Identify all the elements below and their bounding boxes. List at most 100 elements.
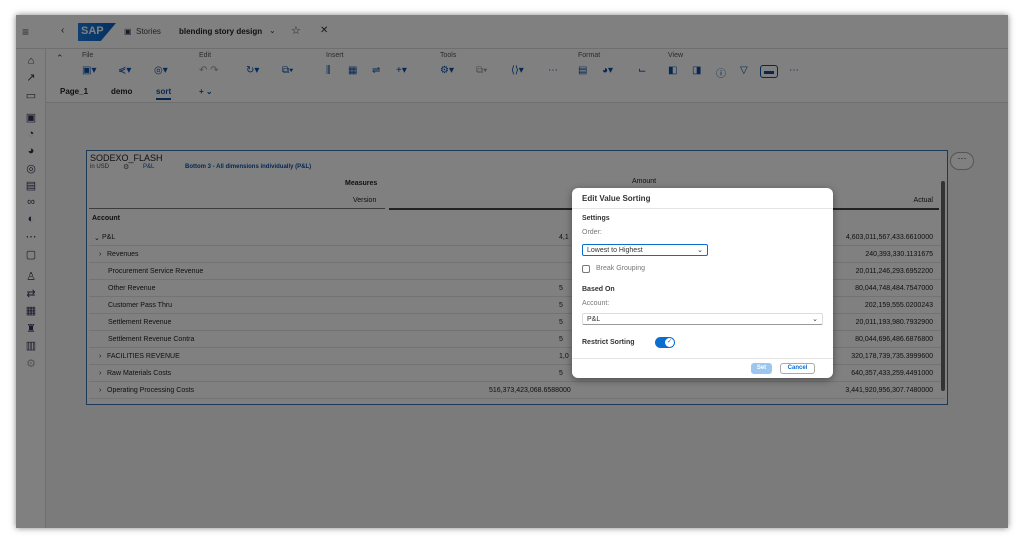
back-icon[interactable]: ‹ — [61, 25, 64, 36]
more-icon[interactable]: ⋯ — [22, 230, 40, 244]
theme-icon[interactable]: ◕▾ — [602, 65, 613, 76]
settings-heading: Settings — [582, 215, 610, 222]
chevron-right-icon[interactable]: › — [99, 370, 101, 377]
more-tools-icon[interactable]: ⋯ — [548, 65, 558, 76]
save-icon[interactable]: ▣▾ — [82, 65, 96, 76]
row-label: Other Revenue — [108, 285, 156, 292]
toggle-view-icon[interactable]: ▬ — [760, 65, 778, 78]
linked-icon[interactable]: ⧉▾ — [476, 65, 487, 76]
trend-icon[interactable]: ↗ — [22, 71, 40, 85]
left-panel-icon[interactable]: ◧ — [668, 65, 677, 76]
menu-icon[interactable]: ≡ — [22, 25, 29, 39]
restrict-sorting-toggle[interactable]: ✓ — [655, 337, 675, 348]
actual-cell: 240,393,330.1131675 — [865, 251, 933, 258]
models-icon[interactable]: ◔ — [22, 128, 40, 142]
security-icon[interactable]: ♜ — [22, 322, 40, 336]
left-navigation: ⌂ ↗ ▭ ▣ ◔ ◕ ◎ ▤ ∞ ◐ ⋯ ▢ ♙ ⇄ ▦ ♜ ▥ ⚙ — [16, 49, 46, 528]
compass-icon[interactable]: ◐ — [22, 213, 40, 227]
code-icon[interactable]: ⟨⟩▾ — [511, 65, 524, 76]
account-value: P&L — [587, 316, 601, 323]
undo-icon[interactable]: ↶ ↷ — [199, 65, 219, 76]
break-grouping-checkbox[interactable] — [582, 265, 590, 273]
row-label: Customer Pass Thru — [108, 302, 173, 309]
document-icon[interactable]: ▤ — [22, 179, 40, 193]
row-label: Revenues — [107, 251, 139, 258]
toolbar: ⌃ File ▣▾ ⋞▾ ◎▾ Edit ↶ ↷ ↻▾ ⧉▾ Insert ⫼ … — [46, 49, 1008, 85]
filter-icon[interactable]: ▽ — [740, 65, 748, 76]
chevron-right-icon[interactable]: › — [99, 353, 101, 360]
story-title[interactable]: blending story design — [179, 27, 262, 36]
close-icon[interactable]: ✕ — [320, 25, 328, 36]
dimmed-background: ≡ ‹ SAP ▣ Stories blending story design … — [16, 15, 1008, 528]
copy-icon[interactable]: ⧉▾ — [282, 65, 293, 76]
share-icon[interactable]: ⋞▾ — [118, 65, 131, 76]
more-options-button[interactable]: ⋯ — [950, 152, 974, 170]
table-icon[interactable]: ⫼ — [326, 65, 331, 76]
apps-icon[interactable]: ▦ — [22, 304, 40, 318]
datasets-icon[interactable]: ◕ — [22, 145, 40, 159]
order-select[interactable]: Lowest to Highest ⌄ — [582, 244, 708, 256]
chevron-right-icon[interactable]: › — [99, 387, 101, 394]
actual-cell: 640,357,433,259.4491000 — [851, 370, 933, 377]
refresh-icon[interactable]: ↻▾ — [246, 65, 259, 76]
folder-icon[interactable]: ▭ — [22, 89, 40, 103]
cancel-button[interactable]: Cancel — [780, 363, 815, 374]
ranking-token[interactable]: Bottom 3 - All dimensions individually (… — [185, 164, 311, 170]
amount-cell: 5 — [559, 319, 563, 326]
chevron-down-icon[interactable]: ⌄ — [94, 234, 100, 242]
tab-demo[interactable]: demo — [111, 87, 132, 96]
filter-input-icon[interactable]: ⇌ — [372, 65, 380, 76]
binoculars-icon[interactable]: ∞ — [22, 196, 40, 210]
amount-cell: 1,0 — [559, 353, 569, 360]
home-icon[interactable]: ⌂ — [22, 55, 40, 69]
person-icon[interactable]: ♙ — [22, 270, 40, 284]
gear-icon[interactable]: ⚙ — [123, 163, 129, 171]
filter-token[interactable]: P&L — [143, 164, 154, 170]
star-icon[interactable]: ☆ — [291, 24, 301, 37]
check-icon: ✓ — [665, 338, 674, 347]
collapse-icon[interactable]: ⌃ — [56, 53, 64, 64]
globe-icon[interactable]: ◎ — [22, 162, 40, 176]
restrict-sorting-label: Restrict Sorting — [582, 339, 635, 346]
row-label: Settlement Revenue Contra — [108, 336, 195, 343]
actual-cell: 202,159,555.0200243 — [864, 302, 933, 309]
chevron-right-icon[interactable]: › — [99, 251, 101, 258]
more-view-icon[interactable]: ⋯ — [789, 65, 799, 76]
add-page-icon[interactable]: + ⌄ — [199, 87, 213, 96]
row-label: FACILITIES REVENUE — [107, 353, 180, 360]
set-button[interactable]: Set — [751, 363, 772, 374]
settings-icon[interactable]: ⚙ — [22, 357, 40, 371]
transport-icon[interactable]: ⇄ — [22, 287, 40, 301]
actual-cell: 20,011,193,980.7932900 — [855, 319, 933, 326]
actual-cell: 3,441,920,956,307.7480000 — [845, 387, 933, 394]
stories-link[interactable]: Stories — [136, 27, 161, 36]
tab-page-1[interactable]: Page_1 — [60, 87, 88, 96]
tools-icon[interactable]: ⚙▾ — [440, 65, 454, 76]
publish-icon[interactable]: ◎▾ — [154, 65, 168, 76]
chart-icon[interactable]: ▦ — [348, 65, 357, 76]
actual-cell: 80,044,748,484.7547000 — [855, 285, 933, 292]
widget-title: SODEXO_FLASH — [90, 153, 163, 163]
break-grouping-label: Break Grouping — [596, 265, 646, 272]
based-on-heading: Based On — [582, 286, 615, 293]
add-icon[interactable]: +▾ — [396, 65, 407, 76]
row-label: Raw Materials Costs — [107, 370, 172, 377]
catalog-icon[interactable]: ▥ — [22, 339, 40, 353]
chevron-down-icon: ⌄ — [697, 247, 703, 254]
info-icon[interactable]: ⓘ — [716, 65, 726, 80]
database-icon[interactable]: ▢ — [22, 248, 40, 262]
styling-icon[interactable]: ▤ — [578, 65, 587, 76]
vertical-scrollbar[interactable] — [941, 181, 945, 391]
edit-value-sorting-dialog: Edit Value Sorting Settings Order: Lowes… — [572, 188, 833, 378]
table-row[interactable]: › Operating Processing Costs 516,373,423,0… — [89, 382, 945, 399]
stories-nav-icon[interactable]: ▣ — [22, 111, 40, 125]
actual-cell: 320,178,739,735.3999600 — [851, 353, 933, 360]
version-value: Actual — [913, 197, 933, 204]
tab-sort[interactable]: sort — [156, 87, 172, 100]
stories-icon: ▣ — [124, 27, 132, 36]
chevron-down-icon[interactable]: ⌄ — [269, 26, 276, 35]
account-select[interactable]: P&L ⌄ — [582, 313, 823, 325]
format-painter-icon[interactable]: ⌙ — [638, 65, 646, 76]
group-tools: Tools — [440, 52, 457, 59]
right-panel-icon[interactable]: ◨ — [692, 65, 701, 76]
